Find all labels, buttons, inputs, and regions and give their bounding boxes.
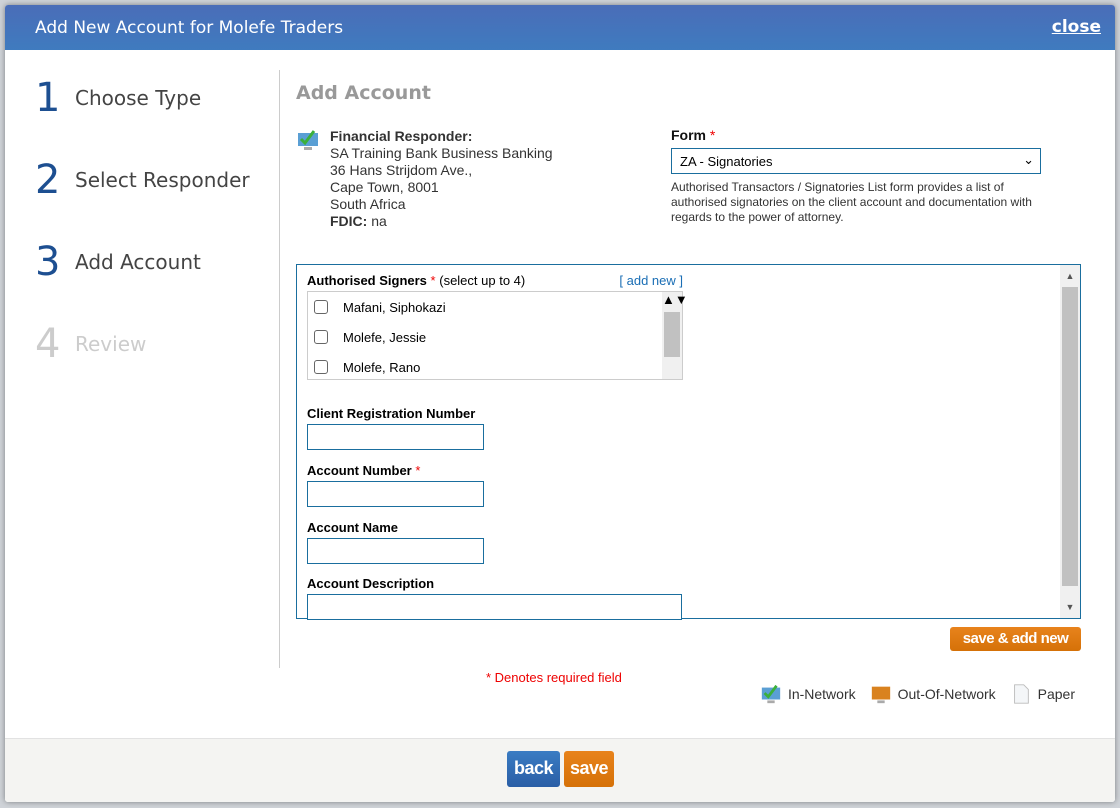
required-marker: * [430, 273, 436, 288]
signers-list: Mafani, Siphokazi Molefe, Jessie Molefe,… [307, 291, 688, 382]
scroll-down-icon[interactable]: ▼ [1060, 602, 1080, 612]
responder-address: 36 Hans Strijdom Ave., [330, 162, 473, 178]
chevron-down-icon: ⌄ [1023, 152, 1034, 167]
account-number-field: Account Number * [307, 463, 484, 507]
step-add-account: 3 Add Account [35, 239, 201, 285]
scroll-up-icon[interactable]: ▲ [1060, 271, 1080, 281]
signers-hint: (select up to 4) [439, 273, 526, 288]
checkbox[interactable] [314, 360, 328, 374]
form-description: Authorised Transactors / Signatories Lis… [671, 180, 1032, 224]
authorised-signers: Authorised Signers * (select up to 4) [ a… [307, 273, 688, 382]
add-account-dialog: Add New Account for Molefe Traders close… [5, 5, 1115, 802]
save-and-add-new-button[interactable]: save & add new [950, 627, 1081, 651]
list-item[interactable]: Mafani, Siphokazi [308, 292, 682, 322]
required-marker: * [709, 127, 716, 143]
form-select-value: ZA - Signatories [680, 154, 773, 169]
fdic-value: na [371, 213, 387, 229]
network-legend: In-Network Out-Of-Network Paper [746, 683, 1075, 705]
legend-out-of-network: Out-Of-Network [897, 686, 996, 702]
signer-name: Molefe, Rano [343, 359, 421, 375]
account-name-field: Account Name [307, 520, 484, 564]
scroll-thumb[interactable] [1062, 287, 1078, 586]
required-field-note: * Denotes required field [486, 670, 622, 685]
form-label: Form [671, 127, 706, 143]
financial-responder: Financial Responder: SA Training Bank Bu… [296, 128, 553, 230]
step-label: Choose Type [75, 86, 202, 110]
step-select-responder[interactable]: 2 Select Responder [35, 157, 250, 203]
dialog-title: Add New Account for Molefe Traders [35, 18, 344, 38]
responder-country: South Africa [330, 196, 406, 212]
signer-name: Molefe, Jessie [343, 329, 427, 345]
dialog-footer: back save [5, 738, 1115, 802]
step-number: 4 [35, 321, 61, 367]
list-item[interactable]: Molefe, Rano [308, 352, 682, 382]
add-new-signer-link[interactable]: [ add new ] [619, 273, 683, 288]
checkbox[interactable] [314, 330, 328, 344]
responder-name: SA Training Bank Business Banking [330, 145, 553, 161]
page-title: Add Account [296, 82, 431, 104]
in-network-icon [298, 130, 318, 150]
responder-label: Financial Responder: [330, 128, 473, 144]
client-registration-field: Client Registration Number [307, 406, 484, 450]
form-select[interactable]: ZA - Signatories ⌄ [671, 148, 1041, 174]
scroll-thumb[interactable] [664, 312, 680, 357]
account-details-panel: Authorised Signers * (select up to 4) [ a… [296, 264, 1081, 620]
required-marker: * [415, 463, 421, 478]
in-network-icon [761, 684, 781, 704]
fdic-label: FDIC: [330, 213, 368, 229]
step-label: Review [75, 332, 147, 356]
save-button[interactable]: save [564, 751, 614, 787]
account-description-field: Account Description [307, 576, 682, 620]
divider [279, 70, 280, 668]
list-item[interactable]: Molefe, Jessie [308, 322, 682, 352]
step-label: Select Responder [75, 168, 250, 192]
step-review: 4 Review [35, 321, 146, 367]
paper-icon [1013, 684, 1029, 704]
panel-scrollbar[interactable]: ▲ ▼ [1060, 265, 1080, 618]
step-choose-type[interactable]: 1 Choose Type [35, 75, 201, 121]
step-number: 1 [35, 75, 61, 121]
step-label: Add Account [75, 250, 201, 274]
field-label: Account Description [307, 576, 435, 591]
step-number: 2 [35, 157, 61, 203]
step-number: 3 [35, 239, 61, 285]
legend-in-network: In-Network [787, 686, 856, 702]
out-of-network-icon [871, 686, 890, 704]
close-link[interactable]: close [1052, 17, 1101, 37]
field-label: Account Number [307, 463, 412, 478]
responder-city: Cape Town, 8001 [330, 179, 439, 195]
field-label: Account Name [307, 520, 399, 535]
back-button[interactable]: back [507, 751, 560, 787]
field-label: Client Registration Number [307, 406, 476, 421]
account-number-input[interactable] [307, 481, 484, 507]
account-name-input[interactable] [307, 538, 484, 564]
signers-label: Authorised Signers [307, 273, 427, 288]
dialog-header: Add New Account for Molefe Traders close [5, 5, 1115, 50]
client-registration-input[interactable] [307, 424, 484, 450]
signer-name: Mafani, Siphokazi [343, 299, 446, 315]
checkbox[interactable] [314, 300, 328, 314]
account-description-input[interactable] [307, 594, 682, 620]
signers-scrollbar[interactable]: ▲ ▼ [662, 292, 688, 379]
scroll-up-icon[interactable]: ▲ [662, 292, 675, 307]
scroll-down-icon[interactable]: ▼ [675, 292, 688, 307]
legend-paper: Paper [1037, 686, 1075, 702]
form-section: Form * ZA - Signatories ⌄ Authorised Tran… [671, 127, 1041, 225]
